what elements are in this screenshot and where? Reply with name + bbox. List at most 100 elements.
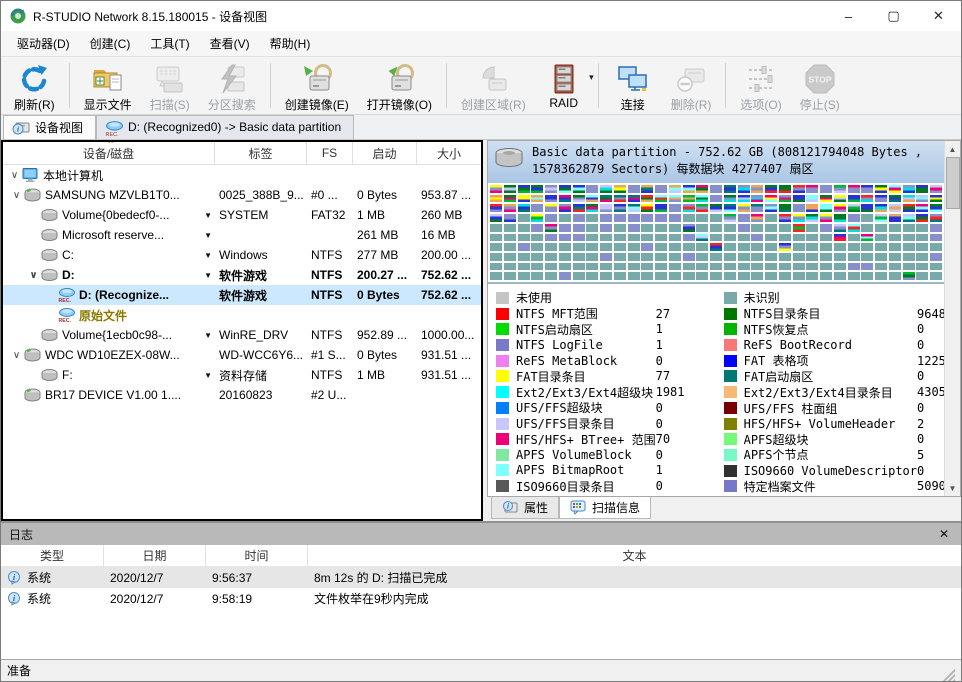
dropdown-arrow-icon[interactable]: ▼ — [204, 371, 212, 380]
menu-item-4[interactable]: 查看(V) — [200, 31, 260, 56]
tree-header-col-2[interactable]: FS — [307, 142, 353, 164]
device-cell: C:▼ — [3, 245, 215, 265]
partition-info-text: Basic data partition - 752.62 GB (808121… — [532, 144, 938, 179]
menu-item-5[interactable]: 帮助(H) — [260, 31, 321, 56]
map-cell — [545, 224, 557, 232]
tree-header-col-1[interactable]: 标签 — [215, 142, 307, 164]
log-close-button[interactable]: ✕ — [935, 527, 953, 541]
log-header-col-3[interactable]: 文本 — [308, 545, 961, 566]
device-name: Volume{0bedecf0-... — [62, 208, 169, 222]
chevron-down-icon[interactable]: ∨ — [7, 170, 22, 181]
raid-button[interactable]: ▾RAID — [535, 59, 593, 112]
fs-cell: NTFS — [307, 285, 353, 305]
scroll-down-icon[interactable]: ▼ — [945, 480, 961, 496]
menu-item-2[interactable]: 创建(C) — [80, 31, 141, 56]
rec-icon: REC. — [58, 307, 75, 323]
device-cell: ∨D:▼ — [3, 265, 215, 285]
map-cell — [545, 263, 557, 271]
minimize-button[interactable]: – — [826, 1, 871, 31]
chevron-down-icon[interactable]: ▾ — [589, 72, 594, 83]
tree-row[interactable]: BR17 DEVICE V1.00 1....20160823#2 U... — [3, 385, 481, 405]
map-cell — [683, 243, 695, 251]
tree-row[interactable]: REC.原始文件 — [3, 305, 481, 325]
map-cell — [490, 243, 502, 251]
show-files-button[interactable]: 显示文件 — [75, 59, 141, 112]
tree-row[interactable]: ∨D:▼软件游戏NTFS200.27 ...752.62 ... — [3, 265, 481, 285]
legend-count: 77 — [656, 369, 718, 383]
chevron-down-icon[interactable]: ∨ — [26, 270, 41, 281]
toolbar-button-label: 分区搜索 — [208, 96, 256, 113]
volume-icon — [41, 227, 58, 243]
map-cell — [848, 263, 860, 271]
stop-button: STOP停止(S) — [791, 59, 849, 112]
map-cell — [751, 272, 763, 280]
tree-row[interactable]: REC.D: (Recognize...软件游戏NTFS0 Bytes752.6… — [3, 285, 481, 305]
map-cell — [655, 224, 667, 232]
tab-partition[interactable]: REC.D: (Recognized0) -> Basic data parti… — [96, 115, 354, 139]
tree-row[interactable]: ∨本地计算机 — [3, 165, 481, 185]
fs-cell: #2 U... — [307, 385, 353, 405]
tab-scan-info[interactable]: 扫描信息 — [559, 497, 651, 519]
dropdown-arrow-icon[interactable]: ▼ — [204, 231, 212, 240]
tree-row[interactable]: C:▼WindowsNTFS277 MB200.00 ... — [3, 245, 481, 265]
map-cell — [903, 234, 915, 242]
map-cell — [848, 195, 860, 203]
tree-row[interactable]: F:▼资料存储NTFS1 MB931.51 ... — [3, 365, 481, 385]
dropdown-arrow-icon[interactable]: ▼ — [204, 271, 212, 280]
map-cell — [793, 185, 805, 193]
dropdown-arrow-icon[interactable]: ▼ — [204, 211, 212, 220]
tree-row[interactable]: Volume{1ecb0c98-...▼WinRE_DRVNTFS952.89 … — [3, 325, 481, 345]
close-button[interactable]: ✕ — [916, 1, 961, 31]
menu-item-3[interactable]: 工具(T) — [140, 31, 199, 56]
map-cell — [834, 204, 846, 212]
legend-item: 未使用 — [496, 290, 718, 306]
log-header-col-1[interactable]: 日期 — [104, 545, 206, 566]
map-cell — [573, 243, 585, 251]
map-cell — [655, 272, 667, 280]
app-window: R-STUDIO Network 8.15.180015 - 设备视图 – ▢ … — [0, 0, 962, 682]
map-cell — [655, 185, 667, 193]
log-row[interactable]: i系统2020/12/79:58:19文件枚举在9秒内完成 — [1, 588, 961, 609]
resize-grip[interactable] — [943, 669, 955, 681]
map-cell — [806, 224, 818, 232]
map-cell — [545, 253, 557, 261]
tree-row[interactable]: Volume{0bedecf0-...▼SYSTEMFAT321 MB260 M… — [3, 205, 481, 225]
map-cell — [820, 272, 832, 280]
open-image-button[interactable]: 打开镜像(O) — [358, 59, 441, 112]
scrollbar-thumb[interactable] — [946, 157, 960, 209]
sector-map[interactable] — [488, 183, 944, 284]
device-name: 原始文件 — [79, 307, 127, 324]
dropdown-arrow-icon[interactable]: ▼ — [204, 331, 212, 340]
tab-device-view[interactable]: i设备视图 — [3, 115, 96, 139]
legend-item: APFS VolumeBlock0 — [496, 447, 718, 462]
create-image-button[interactable]: 创建镜像(E) — [276, 59, 358, 112]
start-cell: 200.27 ... — [353, 265, 417, 285]
legend-label: APFS个节点 — [744, 446, 809, 463]
tree-row[interactable]: Microsoft reserve...▼261 MB16 MB — [3, 225, 481, 245]
map-cell — [738, 272, 750, 280]
tab-properties[interactable]: i 属性 — [491, 497, 559, 519]
scroll-up-icon[interactable]: ▲ — [945, 141, 961, 157]
options-icon — [745, 63, 777, 95]
chevron-down-icon[interactable]: ∨ — [9, 190, 24, 201]
maximize-button[interactable]: ▢ — [871, 1, 916, 31]
tree-header-col-0[interactable]: 设备/磁盘^ — [3, 142, 215, 164]
tree-row[interactable]: ∨SAMSUNG MZVLB1T0...0025_388B_9...#0 ...… — [3, 185, 481, 205]
tree-row[interactable]: ∨WDC WD10EZEX-08W...WD-WCC6Y6...#1 S...0… — [3, 345, 481, 365]
chevron-down-icon[interactable]: ∨ — [9, 350, 24, 361]
legend-item: Ext2/Ext3/Ext4目录条目4305 — [724, 384, 944, 400]
vertical-scrollbar[interactable]: ▲ ▼ — [944, 141, 960, 496]
log-header-col-0[interactable]: 类型 — [1, 545, 104, 566]
menu-item-1[interactable]: 驱动器(D) — [7, 31, 80, 56]
tree-header-col-4[interactable]: 大小 — [417, 142, 481, 164]
log-header-col-2[interactable]: 时间 — [206, 545, 308, 566]
map-cell — [779, 234, 791, 242]
refresh-button[interactable]: 刷新(R) — [5, 59, 64, 112]
connect-button[interactable]: 连接 — [604, 59, 662, 112]
log-row[interactable]: i系统2020/12/79:56:378m 12s 的 D: 扫描已完成 — [1, 567, 961, 588]
dropdown-arrow-icon[interactable]: ▼ — [204, 251, 212, 260]
tree-header-col-3[interactable]: 启动 — [353, 142, 417, 164]
map-cell — [848, 253, 860, 261]
map-cell — [531, 243, 543, 251]
map-cell — [834, 243, 846, 251]
